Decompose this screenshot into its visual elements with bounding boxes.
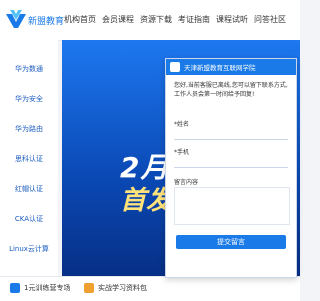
- nav-item-cert-guide[interactable]: 考证指南: [178, 14, 210, 25]
- nav-item-downloads[interactable]: 资源下载: [140, 14, 172, 25]
- package-icon: [84, 283, 94, 293]
- sidebar-item-huawei-datacom[interactable]: 华为数通: [0, 64, 58, 74]
- nav-item-member-courses[interactable]: 会员课程: [102, 14, 134, 25]
- sidebar-item-huawei-routing[interactable]: 华为路由: [0, 124, 58, 134]
- chat-offline-message: 您好,当前客服已离线,您可以留下联系方式,工作人员会第一时间给予回复!: [174, 82, 288, 98]
- chat-widget: 天津新盟教育互联网学院 您好,当前客服已离线,您可以留下联系方式,工作人员会第一…: [165, 58, 297, 278]
- sidebar-item-cisco[interactable]: 思科认证: [0, 154, 58, 164]
- chat-title: 天津新盟教育互联网学院: [184, 64, 256, 72]
- sidebar-item-cka[interactable]: CKA认证: [0, 214, 58, 224]
- chat-logo-icon: [170, 62, 180, 72]
- sidebar-item-redhat[interactable]: 红帽认证: [0, 184, 58, 194]
- sidebar-item-linux-cloud[interactable]: Linux云计算: [0, 244, 58, 254]
- promo-materials-link[interactable]: 实战学习资料包: [98, 283, 147, 293]
- promo-bootcamp-link[interactable]: 1元训练营专场: [24, 283, 70, 293]
- brand-logo[interactable]: 新盟教育: [6, 8, 64, 32]
- nav-item-qa-community[interactable]: 问答社区: [254, 14, 286, 25]
- sidebar-item-huawei-security[interactable]: 华为安全: [0, 94, 58, 104]
- submit-message-button[interactable]: 提交留言: [176, 235, 286, 249]
- phone-input[interactable]: [174, 155, 288, 168]
- message-textarea[interactable]: [174, 187, 290, 225]
- name-input[interactable]: [174, 127, 288, 140]
- nav-item-home[interactable]: 机构首页: [64, 14, 96, 25]
- gift-icon: [10, 283, 20, 293]
- brand-name: 新盟教育: [28, 17, 65, 27]
- message-label: 留言内容: [174, 179, 199, 186]
- logo-icon: [6, 10, 26, 28]
- chat-header: 天津新盟教育互联网学院: [166, 59, 296, 75]
- top-nav-bar: 新盟教育 机构首页 会员课程 资源下载 考证指南 课程试听 问答社区: [0, 0, 300, 41]
- course-category-sidebar: 华为数通 华为安全 华为路由 思科认证 红帽认证 CKA认证 Linux云计算: [0, 40, 58, 276]
- promo-bar: 1元训练营专场 实战学习资料包: [0, 276, 300, 301]
- nav-item-trial-lessons[interactable]: 课程试听: [216, 14, 248, 25]
